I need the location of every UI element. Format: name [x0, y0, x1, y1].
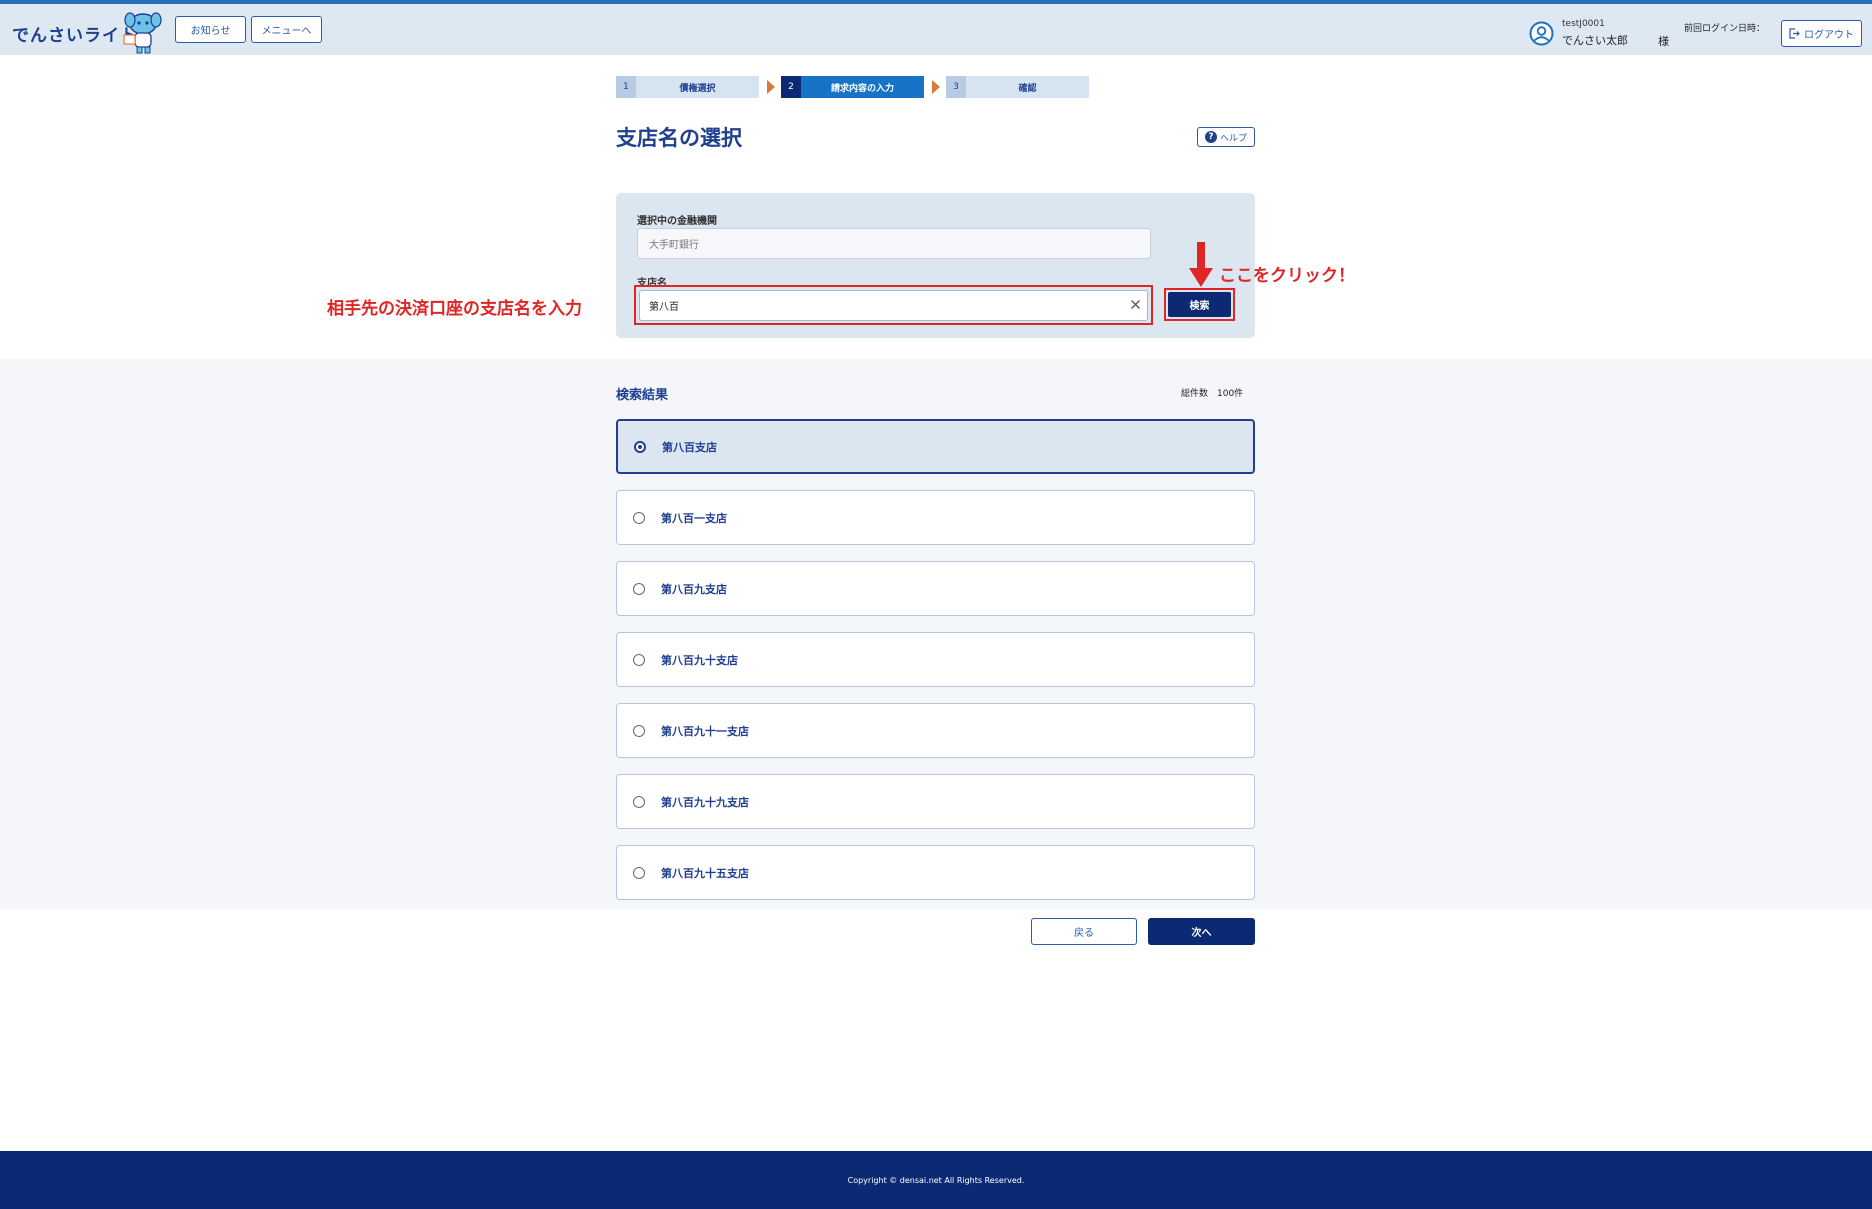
step-2-label: 請求内容の入力 [830, 83, 894, 94]
logo-text[interactable]: でんさいライト [12, 21, 138, 46]
search-button[interactable]: 検索 [1168, 292, 1231, 317]
help-button[interactable]: ? ヘルプ [1197, 127, 1255, 147]
branch-option-label: 第八百一支店 [661, 511, 727, 525]
step-3-label: 確認 [1018, 83, 1037, 94]
user-name: でんさい太郎 [1562, 34, 1628, 47]
step-3-number: 3 [946, 76, 966, 98]
news-button[interactable]: お知らせ [175, 16, 246, 43]
branch-option[interactable]: 第八百九十支店 [616, 632, 1255, 687]
radio-button[interactable] [633, 795, 645, 808]
step-3: 3 確認 [946, 76, 1089, 98]
branch-option-label: 第八百九十九支店 [661, 795, 749, 809]
branch-name-input[interactable]: 第八百 [639, 290, 1148, 321]
radio-button[interactable] [633, 582, 645, 595]
radio-button[interactable] [633, 724, 645, 737]
user-id: testJ0001 [1562, 19, 1605, 29]
branch-option[interactable]: 第八百一支店 [616, 490, 1255, 545]
branch-option[interactable]: 第八百九十九支店 [616, 774, 1255, 829]
branch-option-label: 第八百九十五支店 [661, 866, 749, 880]
menu-button[interactable]: メニューへ [251, 16, 322, 43]
step-arrow-icon [767, 80, 775, 94]
last-login-label: 前回ログイン日時： [1684, 24, 1766, 34]
radio-button[interactable] [633, 866, 645, 879]
clear-icon[interactable] [1128, 297, 1143, 312]
logout-label: ログアウト [1804, 30, 1854, 41]
annotation-enter-branch: 相手先の決済口座の支店名を入力 [327, 299, 582, 319]
step-1-label: 債権選択 [679, 83, 716, 94]
red-down-arrow-icon [1189, 242, 1213, 287]
branch-option-label: 第八百九十支店 [661, 653, 738, 667]
results-total-count: 総件数 100件 [1181, 389, 1244, 399]
logout-icon [1789, 28, 1800, 39]
branch-option[interactable]: 第八百九支店 [616, 561, 1255, 616]
step-1-number: 1 [616, 76, 636, 98]
branch-option-label: 第八百九十一支店 [661, 724, 749, 738]
mascot-logo-icon [123, 12, 162, 54]
branch-option-label: 第八百九支店 [661, 582, 727, 596]
user-avatar-icon [1529, 21, 1554, 46]
page-title: 支店名の選択 [616, 126, 742, 150]
logout-button[interactable]: ログアウト [1781, 20, 1862, 47]
back-button[interactable]: 戻る [1031, 918, 1137, 945]
branch-option-label: 第八百支店 [662, 440, 717, 454]
radio-button[interactable] [633, 511, 645, 524]
step-2-number: 2 [781, 76, 801, 98]
step-1: 1 債権選択 [616, 76, 759, 98]
radio-button[interactable] [633, 653, 645, 666]
results-list: 第八百支店 第八百一支店 第八百九支店 第八百九十支店 第八百九十一支店 第八百… [616, 419, 1255, 909]
next-button[interactable]: 次へ [1148, 918, 1255, 945]
header: でんさいライト お知らせ メニューへ testJ0001 でんさい太郎 様 前回… [0, 4, 1872, 55]
branch-option[interactable]: 第八百九十一支店 [616, 703, 1255, 758]
copyright-text: Copyright © densai.net All Rights Reserv… [847, 1175, 1025, 1185]
radio-button[interactable] [634, 440, 646, 453]
help-label: ヘルプ [1219, 133, 1247, 144]
results-title: 検索結果 [616, 388, 669, 403]
annotation-click-here: ここをクリック！ [1219, 266, 1355, 286]
bank-label: 選択中の金融機関 [637, 216, 717, 227]
branch-option[interactable]: 第八百九十五支店 [616, 845, 1255, 900]
selected-bank-field: 大手町銀行 [637, 228, 1151, 259]
footer: Copyright © densai.net All Rights Reserv… [0, 1151, 1872, 1209]
help-icon: ? [1204, 131, 1217, 143]
step-2: 2 請求内容の入力 [781, 76, 924, 98]
branch-option[interactable]: 第八百支店 [616, 419, 1255, 474]
step-arrow-icon [932, 80, 940, 94]
honorific: 様 [1658, 35, 1669, 48]
